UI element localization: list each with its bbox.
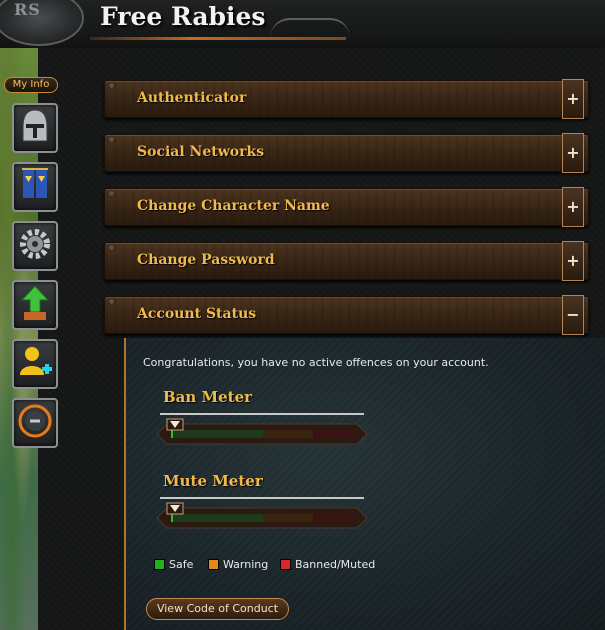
banners-icon bbox=[18, 166, 52, 208]
gear-icon bbox=[18, 225, 52, 267]
safe-swatch bbox=[154, 559, 165, 570]
expand-icon[interactable]: + bbox=[562, 133, 584, 173]
section-change-password[interactable]: Change Password + bbox=[104, 241, 589, 281]
legend-banned: Banned/Muted bbox=[280, 558, 375, 571]
section-label: Social Networks bbox=[137, 144, 265, 160]
section-authenticator[interactable]: Authenticator + bbox=[104, 79, 589, 119]
my-info-tab[interactable]: My Info bbox=[4, 77, 58, 93]
sidebar-item-clan[interactable] bbox=[12, 162, 58, 212]
mute-meter bbox=[155, 506, 369, 530]
status-message: Congratulations, you have no active offe… bbox=[143, 356, 489, 369]
rivet bbox=[109, 299, 114, 304]
section-label: Change Password bbox=[137, 252, 275, 268]
sidebar-item-settings[interactable] bbox=[12, 221, 58, 271]
section-social-networks[interactable]: Social Networks + bbox=[104, 133, 589, 173]
sidebar-item-upgrade[interactable] bbox=[12, 280, 58, 330]
ban-meter-title: Ban Meter bbox=[163, 388, 253, 406]
header-underline bbox=[90, 37, 346, 40]
mute-meter-rule bbox=[160, 497, 364, 499]
report-icon bbox=[18, 402, 52, 444]
helmet-icon bbox=[18, 107, 52, 149]
rivet bbox=[109, 245, 114, 250]
expand-icon[interactable]: + bbox=[562, 79, 584, 119]
runescape-logo: RS bbox=[0, 0, 84, 46]
expand-icon[interactable]: + bbox=[562, 187, 584, 227]
banned-swatch bbox=[280, 559, 291, 570]
ban-meter bbox=[155, 422, 369, 446]
page-title: Free Rabies bbox=[100, 2, 266, 31]
section-change-character-name[interactable]: Change Character Name + bbox=[104, 187, 589, 227]
legend-label: Warning bbox=[223, 558, 269, 571]
section-account-status[interactable]: Account Status − bbox=[104, 295, 589, 335]
sidebar-item-character[interactable] bbox=[12, 103, 58, 153]
view-code-of-conduct-button[interactable]: View Code of Conduct bbox=[146, 598, 289, 620]
legend-warning: Warning bbox=[208, 558, 268, 571]
sidebar-item-report[interactable] bbox=[12, 398, 58, 448]
header-flourish bbox=[270, 18, 350, 38]
mute-meter-pointer bbox=[166, 502, 184, 518]
warning-swatch bbox=[208, 559, 219, 570]
section-label: Account Status bbox=[137, 306, 257, 322]
logo-text: RS bbox=[14, 0, 41, 19]
rivet bbox=[109, 191, 114, 196]
rivet bbox=[109, 83, 114, 88]
mute-meter-title: Mute Meter bbox=[163, 472, 263, 490]
ban-meter-pointer bbox=[166, 418, 184, 434]
section-label: Change Character Name bbox=[137, 198, 330, 214]
expand-icon[interactable]: + bbox=[562, 241, 584, 281]
collapse-icon[interactable]: − bbox=[562, 295, 584, 335]
legend-label: Safe bbox=[169, 558, 194, 571]
sidebar-item-recruit[interactable] bbox=[12, 339, 58, 389]
legend-safe: Safe bbox=[154, 558, 193, 571]
legend-label: Banned/Muted bbox=[295, 558, 376, 571]
rivet bbox=[109, 137, 114, 142]
ban-meter-rule bbox=[160, 413, 364, 415]
add-friend-icon bbox=[18, 343, 52, 385]
section-label: Authenticator bbox=[137, 90, 247, 106]
upgrade-arrow-icon bbox=[18, 284, 52, 326]
header: RS Free Rabies bbox=[0, 0, 605, 48]
